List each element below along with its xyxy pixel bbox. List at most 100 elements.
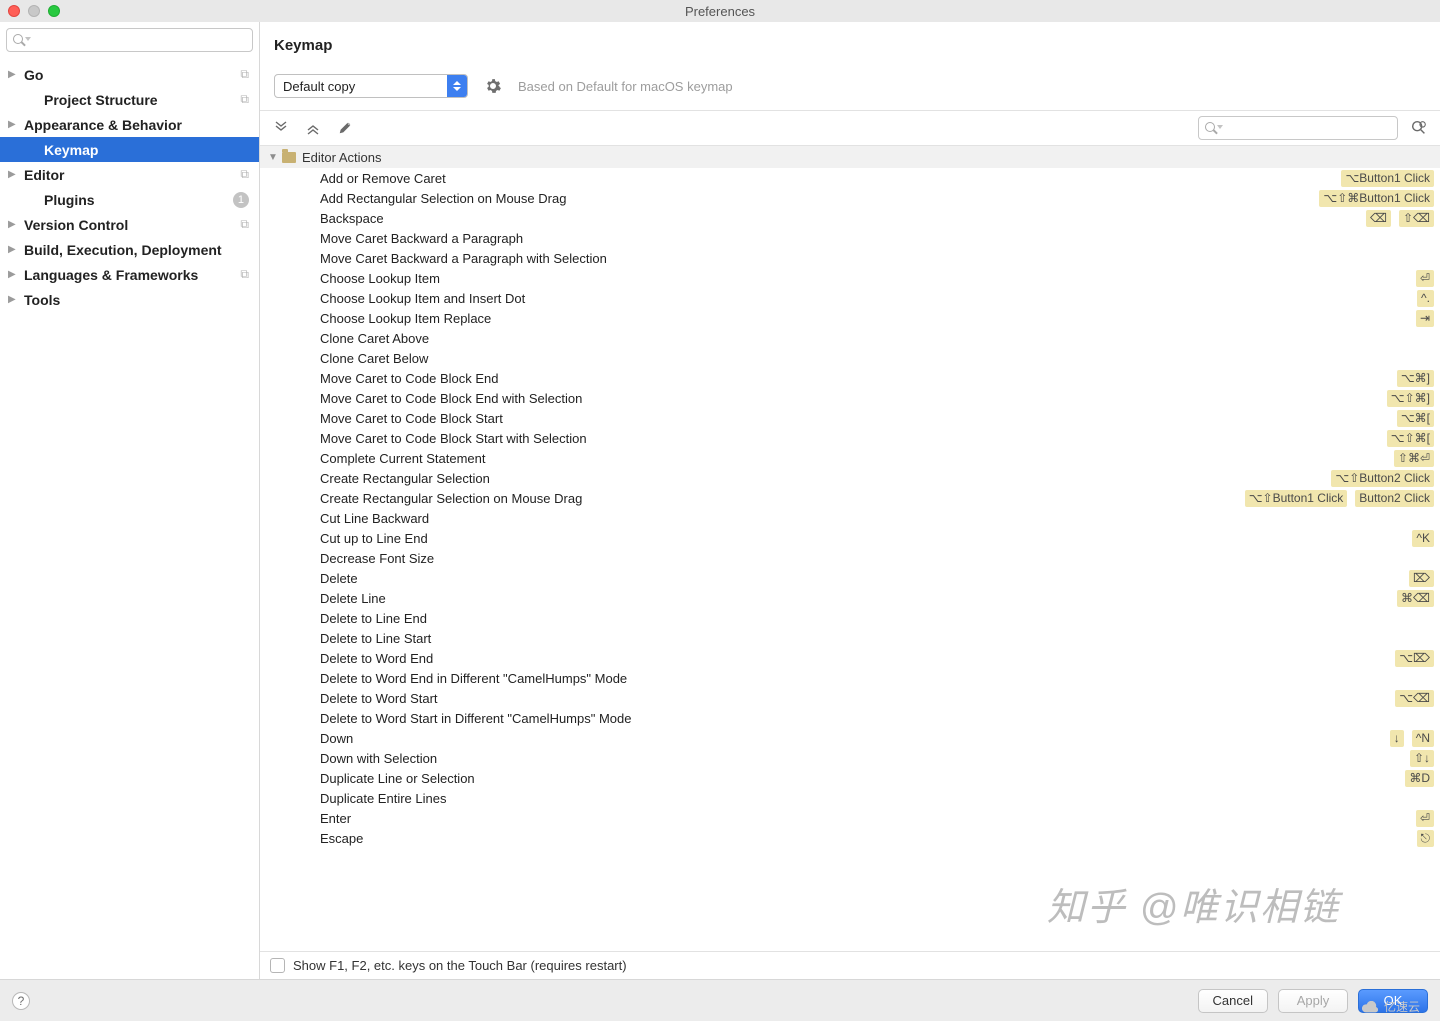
action-name: Delete to Word End in Different "CamelHu… <box>320 671 1434 686</box>
action-row[interactable]: Delete to Word Start in Different "Camel… <box>260 708 1440 728</box>
action-row[interactable]: Move Caret Backward a Paragraph with Sel… <box>260 248 1440 268</box>
shortcut-group: ⎋ <box>1417 830 1435 847</box>
shortcut-group: ⌥⌘[ <box>1397 410 1434 427</box>
shortcut-group: ^. <box>1417 290 1434 307</box>
help-button[interactable]: ? <box>12 992 30 1010</box>
shortcut-badge: ⌥⇧Button2 Click <box>1331 470 1434 487</box>
action-name: Choose Lookup Item Replace <box>320 311 1416 326</box>
shortcut-group: ⏎ <box>1416 270 1434 287</box>
shortcut-badge: ⌥⌦ <box>1395 650 1434 667</box>
shortcut-group: ⌥Button1 Click <box>1341 170 1434 187</box>
shortcut-badge: ⌫ <box>1366 210 1391 227</box>
shortcut-group: ⏎ <box>1416 810 1434 827</box>
action-row[interactable]: Create Rectangular Selection⌥⇧Button2 Cl… <box>260 468 1440 488</box>
action-row[interactable]: Add or Remove Caret⌥Button1 Click <box>260 168 1440 188</box>
sidebar-item-keymap[interactable]: Keymap <box>0 137 259 162</box>
action-row[interactable]: Escape⎋ <box>260 828 1440 848</box>
keymap-scheme-select[interactable]: Default copy <box>274 74 468 98</box>
app-body: ▶Go⧉Project Structure⧉▶Appearance & Beha… <box>0 22 1440 979</box>
action-row[interactable]: Down with Selection⇧↓ <box>260 748 1440 768</box>
sidebar-search[interactable] <box>6 28 253 52</box>
action-row[interactable]: Delete to Word End in Different "CamelHu… <box>260 668 1440 688</box>
sidebar-item-plugins[interactable]: Plugins1 <box>0 187 259 212</box>
action-name: Delete to Word End <box>320 651 1395 666</box>
action-row[interactable]: Add Rectangular Selection on Mouse Drag⌥… <box>260 188 1440 208</box>
sidebar-item-languages-frameworks[interactable]: ▶Languages & Frameworks⧉ <box>0 262 259 287</box>
action-row[interactable]: Choose Lookup Item Replace⇥ <box>260 308 1440 328</box>
sidebar-tree[interactable]: ▶Go⧉Project Structure⧉▶Appearance & Beha… <box>0 58 259 979</box>
action-row[interactable]: Delete Line⌘⌫ <box>260 588 1440 608</box>
folder-icon <box>282 152 296 163</box>
action-name: Down <box>320 731 1390 746</box>
collapse-all-button[interactable] <box>302 117 324 139</box>
action-list[interactable]: ▼ Editor Actions Add or Remove Caret⌥But… <box>260 146 1440 951</box>
touchbar-checkbox[interactable] <box>270 958 285 973</box>
action-row[interactable]: Decrease Font Size <box>260 548 1440 568</box>
action-row[interactable]: Delete to Line End <box>260 608 1440 628</box>
action-row[interactable]: Delete to Word Start⌥⌫ <box>260 688 1440 708</box>
ok-button[interactable]: OK <box>1358 989 1428 1013</box>
sidebar-item-project-structure[interactable]: Project Structure⧉ <box>0 87 259 112</box>
sidebar-item-go[interactable]: ▶Go⧉ <box>0 62 259 87</box>
find-by-shortcut-button[interactable] <box>1408 117 1430 139</box>
group-row-editor-actions[interactable]: ▼ Editor Actions <box>260 146 1440 168</box>
apply-label: Apply <box>1297 993 1330 1008</box>
linked-project-icon: ⧉ <box>240 67 249 82</box>
action-row[interactable]: Clone Caret Below <box>260 348 1440 368</box>
sidebar-item-editor[interactable]: ▶Editor⧉ <box>0 162 259 187</box>
action-row[interactable]: Cut Line Backward <box>260 508 1440 528</box>
shortcut-badge: ⌥⇧⌘[ <box>1387 430 1434 447</box>
action-row[interactable]: Move Caret to Code Block End⌥⌘] <box>260 368 1440 388</box>
sidebar-item-build-exec-deploy[interactable]: ▶Build, Execution, Deployment <box>0 237 259 262</box>
sidebar-item-version-control[interactable]: ▶Version Control⧉ <box>0 212 259 237</box>
cancel-button[interactable]: Cancel <box>1198 989 1268 1013</box>
shortcut-badge: ⏎ <box>1416 810 1434 827</box>
action-row[interactable]: Delete to Word End⌥⌦ <box>260 648 1440 668</box>
action-row[interactable]: Duplicate Entire Lines <box>260 788 1440 808</box>
action-row[interactable]: Delete⌦ <box>260 568 1440 588</box>
action-search-input[interactable] <box>1221 121 1391 135</box>
minimize-button[interactable] <box>28 5 40 17</box>
action-row[interactable]: Move Caret to Code Block Start⌥⌘[ <box>260 408 1440 428</box>
collapse-all-icon <box>305 120 321 136</box>
sidebar-item-appearance-behavior[interactable]: ▶Appearance & Behavior <box>0 112 259 137</box>
action-row[interactable]: Down↓ ^N <box>260 728 1440 748</box>
close-button[interactable] <box>8 5 20 17</box>
action-row[interactable]: Choose Lookup Item and Insert Dot^. <box>260 288 1440 308</box>
sidebar: ▶Go⧉Project Structure⧉▶Appearance & Beha… <box>0 22 260 979</box>
sidebar-search-input[interactable] <box>29 33 246 47</box>
shortcut-badge: ↓ <box>1390 730 1404 747</box>
shortcut-badge: ^N <box>1412 730 1434 747</box>
edit-shortcut-button[interactable] <box>334 117 356 139</box>
sidebar-item-tools[interactable]: ▶Tools <box>0 287 259 312</box>
shortcut-badge: ⇥ <box>1416 310 1434 327</box>
action-row[interactable]: Enter⏎ <box>260 808 1440 828</box>
apply-button[interactable]: Apply <box>1278 989 1348 1013</box>
cancel-label: Cancel <box>1213 993 1253 1008</box>
shortcut-group: ⌥⇧Button1 ClickButton2 Click <box>1245 490 1434 507</box>
maximize-button[interactable] <box>48 5 60 17</box>
action-name: Create Rectangular Selection <box>320 471 1331 486</box>
action-row[interactable]: Move Caret Backward a Paragraph <box>260 228 1440 248</box>
action-row[interactable]: Duplicate Line or Selection⌘D <box>260 768 1440 788</box>
action-row[interactable]: Create Rectangular Selection on Mouse Dr… <box>260 488 1440 508</box>
expand-all-button[interactable] <box>270 117 292 139</box>
shortcut-badge: ^K <box>1412 530 1434 547</box>
action-row[interactable]: Choose Lookup Item⏎ <box>260 268 1440 288</box>
action-search[interactable] <box>1198 116 1398 140</box>
chevron-right-icon: ▶ <box>8 269 24 280</box>
action-name: Duplicate Entire Lines <box>320 791 1434 806</box>
action-row[interactable]: Move Caret to Code Block End with Select… <box>260 388 1440 408</box>
action-row[interactable]: Cut up to Line End^K <box>260 528 1440 548</box>
action-row[interactable]: Backspace⌫⇧⌫ <box>260 208 1440 228</box>
keymap-settings-button[interactable] <box>482 75 504 97</box>
chevron-right-icon: ▶ <box>8 219 24 230</box>
window-title: Preferences <box>0 4 1440 19</box>
action-row[interactable]: Move Caret to Code Block Start with Sele… <box>260 428 1440 448</box>
sidebar-item-label: Go <box>24 67 240 83</box>
action-row[interactable]: Complete Current Statement⇧⌘⏎ <box>260 448 1440 468</box>
page-title-row: Keymap <box>260 22 1440 74</box>
shortcut-group: ⌦ <box>1409 570 1434 587</box>
action-row[interactable]: Clone Caret Above <box>260 328 1440 348</box>
action-row[interactable]: Delete to Line Start <box>260 628 1440 648</box>
